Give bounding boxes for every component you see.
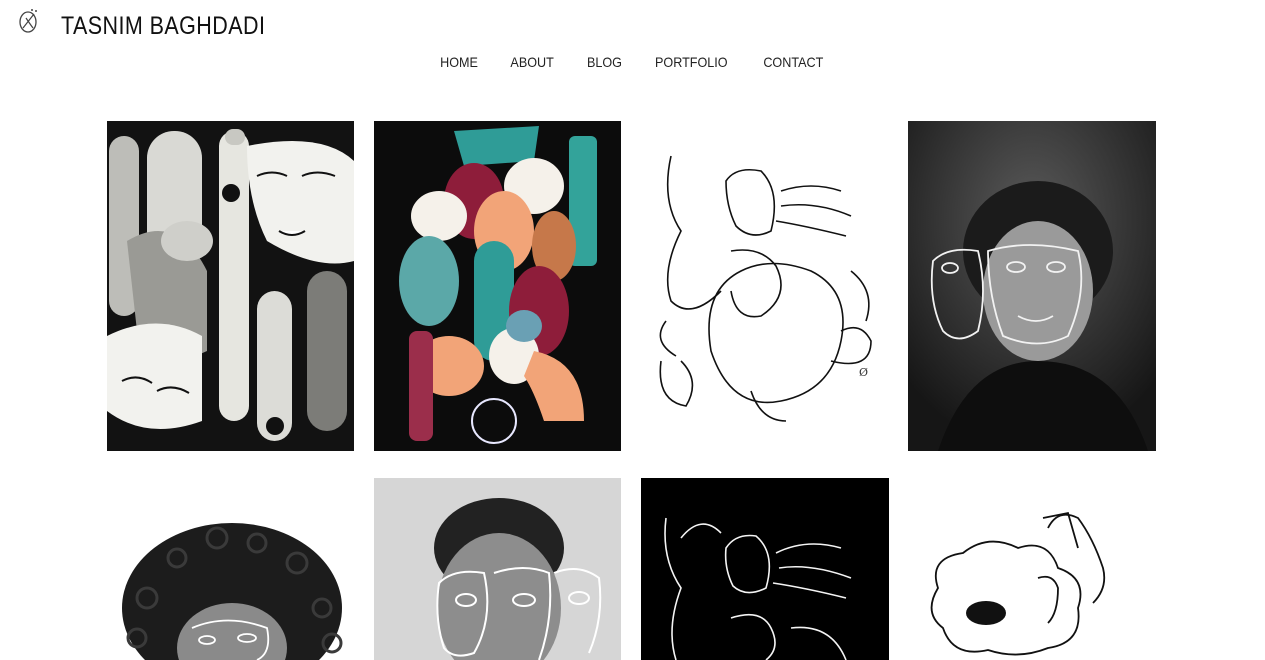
- artwork-photo-portrait-lines[interactable]: [908, 121, 1156, 451]
- artwork-colorful-abstract[interactable]: [374, 121, 621, 451]
- artwork-line-drawing-woman[interactable]: Ø: [641, 121, 889, 451]
- artwork-curly-hair-portrait[interactable]: [107, 478, 354, 660]
- artwork-white-lines-on-black[interactable]: [641, 478, 889, 660]
- site-title[interactable]: TASNIM BAGHDADI: [61, 12, 265, 41]
- artwork-black-white-faces[interactable]: [107, 121, 354, 451]
- main-navigation: HOME ABOUT BLOG PORTFOLIO CONTACT: [0, 54, 1265, 72]
- svg-text:Ø: Ø: [859, 366, 868, 379]
- nav-item-contact[interactable]: CONTACT: [763, 54, 823, 70]
- nav-item-portfolio[interactable]: PORTFOLIO: [655, 54, 728, 70]
- artwork-line-drawing-flower[interactable]: [908, 478, 1156, 660]
- nav-item-home[interactable]: HOME: [440, 54, 478, 70]
- nav-item-blog[interactable]: BLOG: [586, 54, 621, 70]
- nav-item-about[interactable]: ABOUT: [511, 54, 554, 70]
- signature-logo-icon[interactable]: [14, 6, 44, 36]
- artwork-photo-woman-line-faces[interactable]: [374, 478, 621, 660]
